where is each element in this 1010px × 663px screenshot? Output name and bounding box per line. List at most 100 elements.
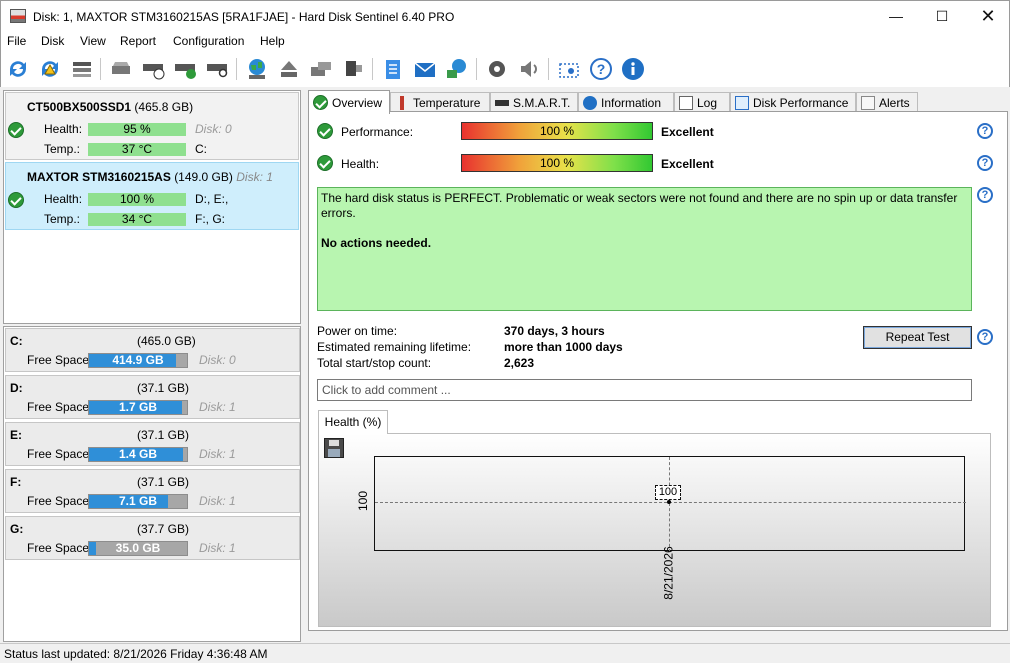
tab-health-chart[interactable]: Health (%) <box>318 410 388 434</box>
help-icon[interactable]: ? <box>977 187 993 203</box>
window-title: Disk: 1, MAXTOR STM3160215AS [5RA1FJAE] … <box>33 10 455 24</box>
left-pane: CT500BX500SSD1 (465.8 GB) Health: 95 % D… <box>1 88 302 643</box>
help-icon[interactable]: ? <box>977 329 993 345</box>
refresh-icon[interactable] <box>6 57 30 81</box>
tab-temperature[interactable]: Temperature <box>390 92 490 113</box>
health-rating: Excellent <box>661 157 714 171</box>
right-pane: Overview Temperature S.M.A.R.T. Informat… <box>304 88 1010 643</box>
minimize-button[interactable]: — <box>873 1 919 31</box>
free-space-label: Free Space <box>27 541 90 555</box>
disk-check-icon[interactable] <box>173 57 197 81</box>
info-small-icon <box>583 96 597 110</box>
volume-size: (37.1 GB) <box>137 381 190 395</box>
chip-icon <box>495 100 509 106</box>
save-icon[interactable] <box>324 438 344 458</box>
overview-panel: Performance: 100 % Excellent ? Health: 1… <box>308 111 1008 631</box>
globe-icon[interactable] <box>245 57 269 81</box>
health-bar: 95 % <box>88 123 186 136</box>
help-icon[interactable]: ? <box>977 123 993 139</box>
free-space-bar: 1.7 GB <box>88 400 188 415</box>
volume-disk: Disk: 1 <box>199 447 236 461</box>
menu-configuration[interactable]: Configuration <box>173 34 244 48</box>
alerts-icon <box>861 96 875 110</box>
tab-smart[interactable]: S.M.A.R.T. <box>490 92 578 113</box>
tab-disk-performance[interactable]: Disk Performance <box>730 92 856 113</box>
performance-rating: Excellent <box>661 125 714 139</box>
disk-clock-icon[interactable] <box>141 57 165 81</box>
repeat-test-button[interactable]: Repeat Test <box>863 326 972 349</box>
free-space-label: Free Space <box>27 494 90 508</box>
status-message: The hard disk status is PERFECT. Problem… <box>317 187 972 311</box>
volume-list: C: (465.0 GB) Free Space 414.9 GB Disk: … <box>3 326 301 642</box>
help-icon[interactable]: ? <box>589 57 613 81</box>
volume-item[interactable]: E: (37.1 GB) Free Space 1.4 GB Disk: 1 <box>5 422 300 466</box>
disk-usb-icon[interactable] <box>341 57 365 81</box>
report-icon[interactable] <box>381 57 405 81</box>
power-on-value: 370 days, 3 hours <box>504 324 605 338</box>
help-icon[interactable]: ? <box>977 155 993 171</box>
lifetime-value: more than 1000 days <box>504 340 623 354</box>
disk-list: CT500BX500SSD1 (465.8 GB) Health: 95 % D… <box>3 90 301 324</box>
info-icon[interactable] <box>621 57 645 81</box>
x-tick-label: 8/21/2026 <box>661 546 676 600</box>
volume-disk: Disk: 1 <box>199 541 236 555</box>
eject-icon[interactable] <box>277 57 301 81</box>
menu-disk[interactable]: Disk <box>41 34 64 48</box>
screenshot-icon[interactable] <box>557 57 581 81</box>
volume-item[interactable]: D: (37.1 GB) Free Space 1.7 GB Disk: 1 <box>5 375 300 419</box>
settings-icon[interactable] <box>485 57 509 81</box>
network-icon[interactable] <box>445 57 469 81</box>
disk-search-icon[interactable] <box>205 57 229 81</box>
menu-bar: File Disk View Report Configuration Help <box>0 31 1010 52</box>
volume-item[interactable]: F: (37.1 GB) Free Space 7.1 GB Disk: 1 <box>5 469 300 513</box>
health-label: Health: <box>341 157 380 171</box>
free-space-label: Free Space <box>27 400 90 414</box>
volume-letter: G: <box>10 522 24 536</box>
menu-help[interactable]: Help <box>260 34 285 48</box>
menu-view[interactable]: View <box>80 34 106 48</box>
health-label: Health: <box>44 192 83 206</box>
volume-size: (37.1 GB) <box>137 475 190 489</box>
free-space-bar: 1.4 GB <box>88 447 188 462</box>
volume-disk: Disk: 0 <box>199 353 236 367</box>
status-text: The hard disk status is PERFECT. Problem… <box>321 191 958 220</box>
chart-icon <box>735 96 749 110</box>
disk-drives: C: <box>195 142 207 156</box>
toolbar: ? <box>0 52 1010 87</box>
tab-information[interactable]: Information <box>578 92 674 113</box>
health-bar: 100 % <box>461 154 653 172</box>
disk-card-1[interactable]: MAXTOR STM3160215AS (149.0 GB) Disk: 1 H… <box>5 162 299 230</box>
disk-icon[interactable] <box>109 57 133 81</box>
mail-icon[interactable] <box>413 57 437 81</box>
tab-log[interactable]: Log <box>674 92 730 113</box>
disk-transfer-icon[interactable] <box>309 57 333 81</box>
health-ok-icon <box>317 155 333 171</box>
disk-card-0[interactable]: CT500BX500SSD1 (465.8 GB) Health: 95 % D… <box>5 92 299 160</box>
tab-overview[interactable]: Overview <box>308 90 390 114</box>
volume-size: (465.0 GB) <box>137 334 196 348</box>
disk-name: MAXTOR STM3160215AS (149.0 GB) Disk: 1 <box>27 170 273 184</box>
temp-bar: 34 °C <box>88 213 186 226</box>
maximize-button[interactable]: ☐ <box>919 1 965 31</box>
menu-file[interactable]: File <box>7 34 26 48</box>
performance-label: Performance: <box>341 125 414 139</box>
health-ok-icon <box>8 122 24 138</box>
chart-plot-area: 100 <box>374 456 966 552</box>
sound-icon[interactable] <box>517 57 541 81</box>
close-button[interactable]: ✕ <box>965 1 1010 31</box>
refresh-alert-icon[interactable] <box>38 57 62 81</box>
volume-item[interactable]: C: (465.0 GB) Free Space 414.9 GB Disk: … <box>5 328 300 372</box>
disk-details-icon[interactable] <box>70 57 94 81</box>
startstop-value: 2,623 <box>504 356 535 370</box>
free-space-label: Free Space <box>27 353 90 367</box>
health-chart: 100 100 8/21/2026 <box>318 433 991 627</box>
free-space-label: Free Space <box>27 447 90 461</box>
comment-input[interactable]: Click to add comment ... <box>317 379 972 401</box>
status-action: No actions needed. <box>321 236 432 250</box>
disk-number: Disk: 0 <box>195 122 232 136</box>
volume-item[interactable]: G: (37.7 GB) Free Space 35.0 GB Disk: 1 <box>5 516 300 560</box>
x-gridline <box>669 457 670 552</box>
menu-report[interactable]: Report <box>120 34 156 48</box>
status-bar: Status last updated: 8/21/2026 Friday 4:… <box>0 643 1010 663</box>
tab-alerts[interactable]: Alerts <box>856 92 918 113</box>
